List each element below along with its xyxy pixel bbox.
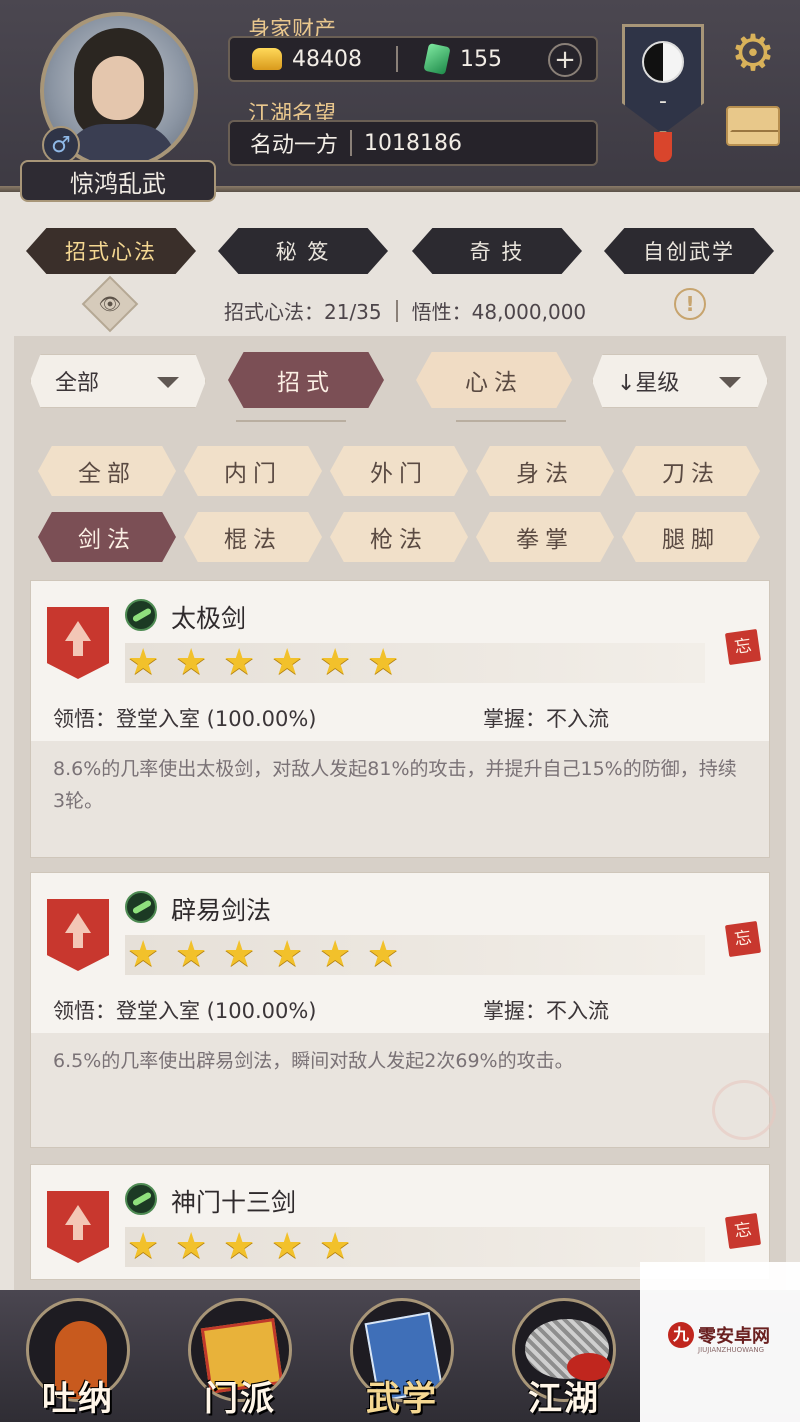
upgrade-arrow-icon[interactable] xyxy=(47,899,109,971)
gender-male-icon: ♂ xyxy=(42,126,80,164)
star-icon: ★ xyxy=(175,1226,208,1267)
sort-dropdown[interactable]: ↓星级 xyxy=(592,354,768,408)
category-outer[interactable]: 外门 xyxy=(330,446,468,496)
star-icon: ★ xyxy=(127,1226,160,1267)
cloud-decoration xyxy=(712,1080,776,1140)
taiji-icon xyxy=(642,41,684,83)
nav-label: 门派 xyxy=(204,1379,276,1419)
skill-type-icon xyxy=(125,1183,157,1215)
skill-card[interactable]: 太极剑 ★ ★ ★ ★ ★ ★ 忘 领悟：登堂入室 (100.00%) 掌握：不入流 8.… xyxy=(30,580,770,858)
skill-name: 辟易剑法 xyxy=(171,896,272,925)
star-icon: ★ xyxy=(319,1226,352,1267)
forget-skill-button[interactable]: 忘 xyxy=(724,1212,762,1250)
moves-count: 招式心法：21/35 xyxy=(224,300,382,324)
star-icon: ★ xyxy=(223,934,256,975)
nav-sect[interactable]: 门派 xyxy=(180,1298,300,1422)
wealth-bar: 48408 155 + xyxy=(228,36,598,82)
gear-icon[interactable]: ⚙ xyxy=(726,26,780,80)
watermark-text: 零安卓网 xyxy=(698,1326,770,1347)
star-icon: ★ xyxy=(367,642,400,683)
star-icon: ★ xyxy=(319,642,352,683)
gold-ingot-icon xyxy=(252,48,282,70)
star-icon: ★ xyxy=(367,934,400,975)
star-rating: ★ ★ ★ ★ ★ ★ xyxy=(125,643,705,683)
star-icon: ★ xyxy=(223,642,256,683)
comprehension-text: 领悟：登堂入室 (100.00%) xyxy=(53,999,317,1023)
scope-value: 全部 xyxy=(55,371,100,396)
chevron-down-icon xyxy=(719,377,741,388)
tab-custom-martial-arts[interactable]: 自创武学 xyxy=(604,228,774,274)
star-icon: ★ xyxy=(175,642,208,683)
star-icon: ★ xyxy=(127,934,160,975)
skill-description: 6.5%的几率使出辟易剑法，瞬间对敌人发起2次69%的攻击。 xyxy=(53,1050,574,1072)
nav-label: 江湖 xyxy=(528,1379,600,1419)
add-currency-button[interactable]: + xyxy=(548,43,582,77)
star-icon: ★ xyxy=(319,934,352,975)
scope-dropdown[interactable]: 全部 xyxy=(30,354,206,408)
tab-moves-methods[interactable]: 招式心法 xyxy=(26,228,196,274)
category-sword[interactable]: 剑法 xyxy=(38,512,176,562)
category-inner[interactable]: 内门 xyxy=(184,446,322,496)
mastery-text: 掌握：不入流 xyxy=(483,999,609,1023)
gold-amount: 48408 xyxy=(292,46,362,72)
star-icon: ★ xyxy=(223,1226,256,1267)
star-icon: ★ xyxy=(271,642,304,683)
tab-special-skills[interactable]: 奇 技 xyxy=(412,228,582,274)
mastery-text: 掌握：不入流 xyxy=(483,707,609,731)
star-icon: ★ xyxy=(271,934,304,975)
nav-label: 武学 xyxy=(366,1379,438,1419)
jade-amount: 155 xyxy=(460,46,502,72)
divider-ornament xyxy=(456,420,566,422)
forget-skill-button[interactable]: 忘 xyxy=(724,628,762,666)
upgrade-arrow-icon[interactable] xyxy=(47,1191,109,1263)
star-icon: ★ xyxy=(127,642,160,683)
jade-icon xyxy=(423,43,451,75)
reputation-bar: 名动一方 1018186 xyxy=(228,120,598,166)
tassel-decoration xyxy=(654,132,672,162)
watermark-logo: 九 xyxy=(668,1322,694,1348)
skill-name: 神门十三剑 xyxy=(171,1188,297,1217)
skill-type-icon xyxy=(125,891,157,923)
skill-type-icon xyxy=(125,599,157,631)
comprehension-text: 领悟：登堂入室 (100.00%) xyxy=(53,707,317,731)
category-leg[interactable]: 腿脚 xyxy=(622,512,760,562)
nav-martial-arts[interactable]: 武学 xyxy=(342,1298,462,1422)
star-rating: ★ ★ ★ ★ ★ xyxy=(125,1227,705,1267)
skill-name: 太极剑 xyxy=(171,604,247,633)
nav-breathing[interactable]: 吐纳 xyxy=(18,1298,138,1422)
skill-card[interactable]: 辟易剑法 ★ ★ ★ ★ ★ ★ 忘 领悟：登堂入室 (100.00%) 掌握：不入流 6… xyxy=(30,872,770,1148)
chevron-down-icon xyxy=(157,377,179,388)
category-staff[interactable]: 棍法 xyxy=(184,512,322,562)
category-blade[interactable]: 刀法 xyxy=(622,446,760,496)
category-all[interactable]: 全部 xyxy=(38,446,176,496)
reputation-title: 名动一方 xyxy=(250,133,339,158)
insight-value: 悟性：48,000,000 xyxy=(411,300,587,324)
star-icon: ★ xyxy=(271,1226,304,1267)
skill-description: 8.6%的几率使出太极剑，对敌人发起81%的攻击，并提升自己15%的防御，持续3… xyxy=(53,758,737,812)
nav-jianghu[interactable]: 江湖 xyxy=(504,1298,624,1422)
star-icon: ★ xyxy=(175,934,208,975)
category-movement[interactable]: 身法 xyxy=(476,446,614,496)
star-rating: ★ ★ ★ ★ ★ ★ xyxy=(125,935,705,975)
upgrade-arrow-icon[interactable] xyxy=(47,607,109,679)
tab-moves[interactable]: 招式 xyxy=(228,352,384,408)
category-fist[interactable]: 拳掌 xyxy=(476,512,614,562)
tab-secret-books[interactable]: 秘 笈 xyxy=(218,228,388,274)
sect-value: - xyxy=(659,89,667,114)
sort-value: ↓星级 xyxy=(617,371,680,396)
watermark-subtext: JIUJIANZHUOWANG xyxy=(698,1346,765,1354)
category-spear[interactable]: 枪法 xyxy=(330,512,468,562)
player-name: 惊鸿乱武 xyxy=(20,160,216,202)
mail-icon[interactable] xyxy=(726,106,780,146)
nav-label: 吐纳 xyxy=(42,1379,114,1419)
reputation-value: 1018186 xyxy=(364,130,462,156)
info-icon[interactable]: ! xyxy=(674,288,706,320)
forget-skill-button[interactable]: 忘 xyxy=(724,920,762,958)
skill-stats: 招式心法：21/35 悟性：48,000,000 xyxy=(224,296,586,325)
divider-ornament xyxy=(236,420,346,422)
tab-methods[interactable]: 心法 xyxy=(416,352,572,408)
eye-icon[interactable]: 👁 xyxy=(96,294,124,315)
